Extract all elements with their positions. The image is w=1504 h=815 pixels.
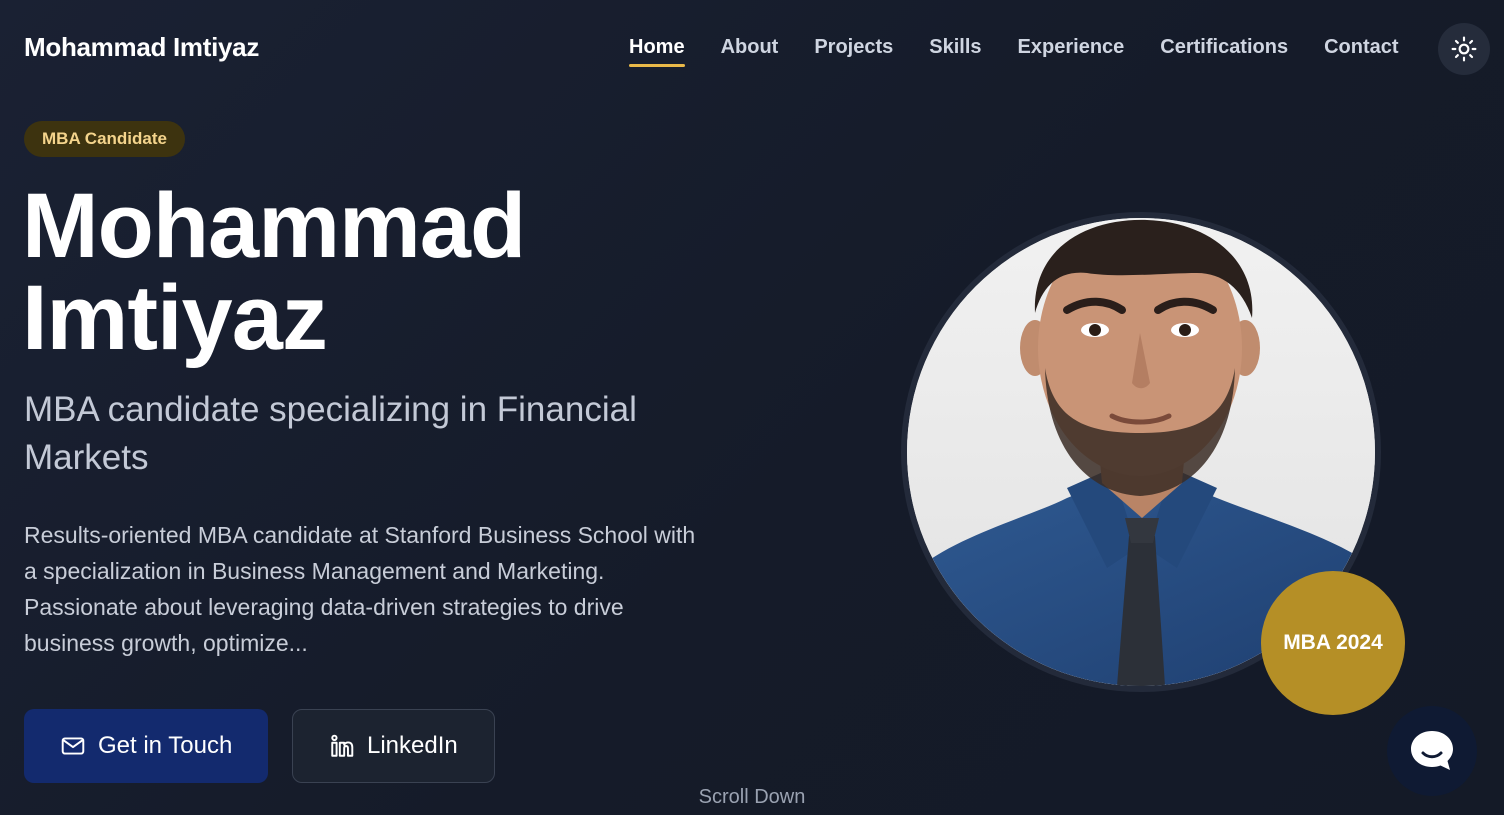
linkedin-button[interactable]: LinkedIn — [292, 709, 495, 783]
main-nav: Home About Projects Skills Experience Ce… — [629, 36, 1399, 67]
get-in-touch-label: Get in Touch — [98, 732, 233, 759]
hero-name: Mohammad Imtiyaz — [22, 180, 722, 364]
chat-button[interactable] — [1387, 706, 1477, 796]
hero-description: Results-oriented MBA candidate at Stanfo… — [24, 522, 696, 656]
hero-name-line-2: Imtiyaz — [22, 267, 328, 369]
hero-subtitle: MBA candidate specializing in Financial … — [24, 390, 637, 477]
scroll-down-hint[interactable]: Scroll Down — [0, 786, 1504, 809]
mail-icon — [61, 737, 85, 755]
nav-certifications[interactable]: Certifications — [1160, 36, 1288, 67]
nav-about[interactable]: About — [721, 36, 779, 67]
page: Mohammad Imtiyaz Home About Projects Ski… — [0, 0, 1504, 815]
mba-year-badge: MBA 2024 — [1261, 571, 1405, 715]
hero-name-line-1: Mohammad — [22, 175, 526, 277]
get-in-touch-button[interactable]: Get in Touch — [24, 709, 268, 783]
nav-home[interactable]: Home — [629, 36, 685, 67]
nav-projects[interactable]: Projects — [814, 36, 893, 67]
theme-toggle-button[interactable] — [1438, 23, 1490, 75]
linkedin-label: LinkedIn — [367, 732, 458, 759]
linkedin-icon — [331, 734, 354, 757]
nav-skills[interactable]: Skills — [929, 36, 981, 67]
sun-icon — [1451, 36, 1477, 62]
role-badge: MBA Candidate — [24, 121, 185, 157]
chat-bubble-icon — [1411, 731, 1453, 770]
brand-logo[interactable]: Mohammad Imtiyaz — [24, 32, 259, 63]
nav-experience[interactable]: Experience — [1018, 36, 1125, 67]
nav-contact[interactable]: Contact — [1324, 36, 1398, 67]
